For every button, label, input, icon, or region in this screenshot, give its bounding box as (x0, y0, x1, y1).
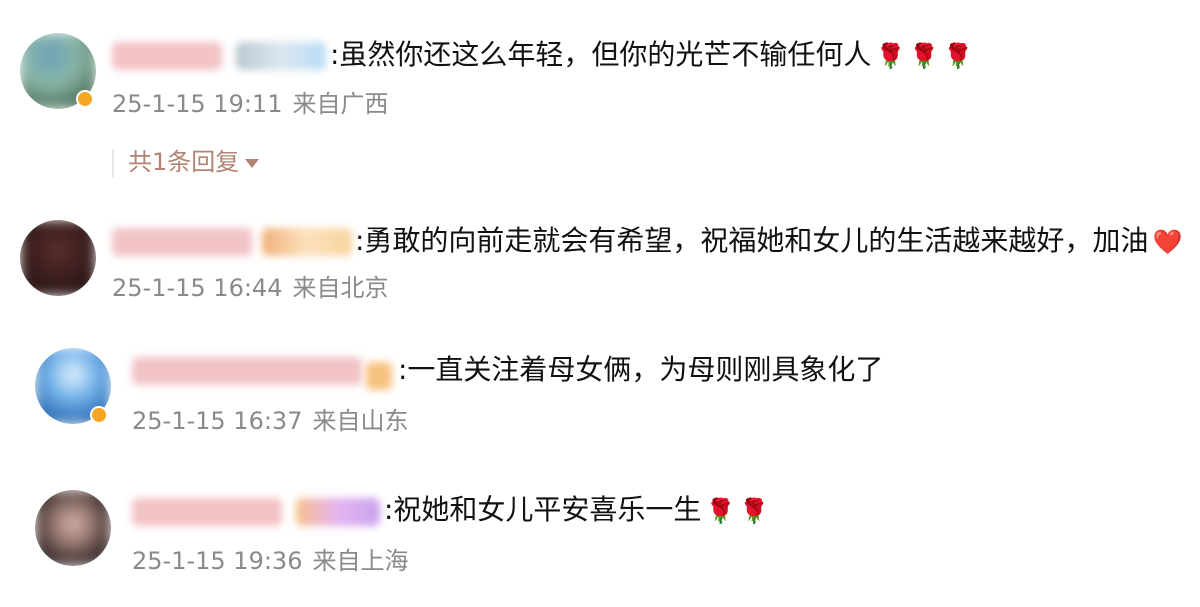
reply-count-label: 共1条回复 (128, 148, 240, 176)
comment-date: 25-1-15 19:36 (132, 547, 303, 575)
comment-location: 来自上海 (312, 547, 409, 575)
comment-text: :祝她和女儿平安喜乐一生 🌹 🌹 (384, 490, 769, 531)
verified-badge-icon (90, 406, 108, 424)
comment-text-content: :祝她和女儿平安喜乐一生 (384, 493, 702, 526)
rose-emoji-icon: 🌹 (739, 497, 770, 525)
rose-emoji-icon: 🌹 (875, 42, 906, 70)
comment-text-content: :虽然你还这么年轻，但你的光芒不输任何人 (330, 38, 872, 71)
user-badge-blurred (262, 228, 352, 256)
comment-location: 来自北京 (292, 274, 389, 302)
verified-badge-icon (76, 90, 94, 108)
comment-text: :一直关注着母女俩，为母则刚具象化了 (398, 350, 883, 390)
avatar[interactable] (20, 220, 96, 296)
user-badge-blurred (296, 498, 380, 526)
rose-emoji-icon: 🌹 (705, 497, 736, 525)
heart-emoji-icon: ❤️ (1152, 228, 1183, 256)
comment-text-content: :一直关注着母女俩，为母则刚具象化了 (398, 353, 884, 386)
reply-divider (112, 149, 114, 177)
comment-text: :勇敢的向前走就会有希望，祝福她和女儿的生活越来越好，加油 ❤️ (355, 221, 1182, 262)
avatar[interactable] (35, 490, 111, 566)
comment-date: 25-1-15 16:37 (132, 407, 303, 435)
comment-text: :虽然你还这么年轻，但你的光芒不输任何人 🌹 🌹 🌹 (330, 35, 973, 76)
caret-down-icon (245, 158, 260, 168)
username-blurred[interactable] (112, 42, 222, 70)
username-blurred[interactable] (112, 228, 252, 256)
user-badge-blurred (366, 362, 392, 390)
comment-text-content: :勇敢的向前走就会有希望，祝福她和女儿的生活越来越好，加油 (355, 224, 1149, 257)
comment-location: 来自山东 (312, 407, 409, 435)
comment-meta: 25-1-15 16:44 来自北京 (112, 272, 388, 304)
reply-count-link[interactable]: 共1条回复 (112, 146, 260, 178)
comment-date: 25-1-15 19:11 (112, 90, 283, 118)
username-blurred[interactable] (132, 357, 362, 385)
username-blurred[interactable] (132, 498, 282, 526)
comment-location: 来自广西 (292, 90, 389, 118)
comment-meta: 25-1-15 16:37 来自山东 (132, 405, 408, 437)
comment-date: 25-1-15 16:44 (112, 274, 283, 302)
user-badge-blurred (236, 42, 326, 70)
rose-emoji-icon: 🌹 (909, 42, 940, 70)
comment-meta: 25-1-15 19:11 来自广西 (112, 88, 388, 120)
rose-emoji-icon: 🌹 (943, 42, 974, 70)
comment-meta: 25-1-15 19:36 来自上海 (132, 545, 408, 577)
